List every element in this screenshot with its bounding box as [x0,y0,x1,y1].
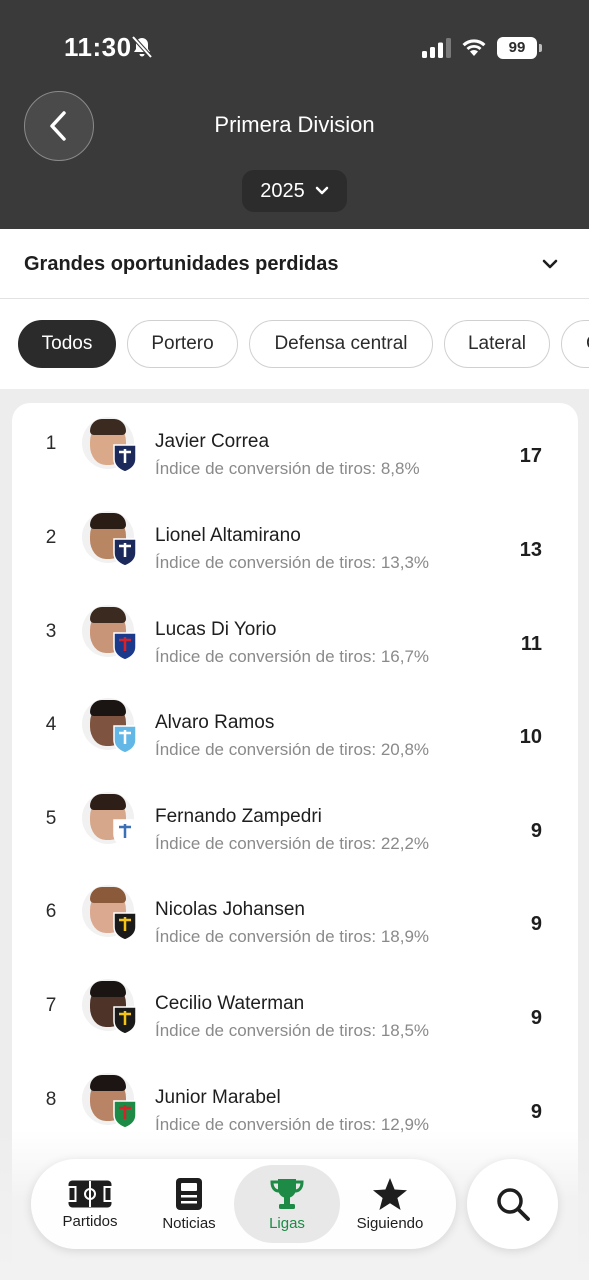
player-rank: 5 [45,808,57,829]
trophy-icon [270,1178,304,1209]
club-badge-icon [113,725,137,754]
page-title: Primera Division [214,112,375,137]
search-icon [496,1188,530,1221]
player-row[interactable]: 3 Lucas Di Yorio Índice de conversión de t… [12,591,578,685]
player-row[interactable]: 4 Alvaro Ramos Índice de conversión de tir… [12,684,578,778]
club-badge-icon [113,819,137,848]
signal-icon [422,38,451,58]
player-conversion-rate: Índice de conversión de tiros: 20,8% [155,740,430,759]
player-rank: 4 [45,714,57,735]
player-stat-value: 9 [530,913,542,935]
player-stat-value: 11 [520,633,542,655]
player-stat-value: 10 [519,726,542,748]
player-conversion-rate: Índice de conversión de tiros: 16,7% [155,647,430,666]
player-avatar [82,885,137,941]
player-avatar [82,417,137,473]
filter-chip-next[interactable]: C [561,320,589,368]
player-avatar [82,792,137,848]
player-conversion-rate: Índice de conversión de tiros: 18,9% [155,927,430,946]
player-stat-value: 9 [530,1007,542,1029]
player-row[interactable]: 1 Javier Correa Índice de conversión de ti… [12,403,578,497]
status-bar: 11:30 99 [0,0,589,90]
player-rank: 1 [45,433,57,454]
nav-noticias[interactable]: Noticias [139,1159,239,1249]
wifi-icon [462,39,486,56]
bottom-nav: Partidos Noticias Ligas Siguiendo [31,1159,456,1249]
player-name: Lucas Di Yorio [155,619,277,640]
player-conversion-rate: Índice de conversión de tiros: 8,8% [155,459,420,478]
player-stat-value: 9 [530,820,542,842]
status-time: 11:30 [64,32,132,62]
club-badge-icon [113,538,137,567]
player-conversion-rate: Índice de conversión de tiros: 13,3% [155,553,430,572]
filter-chip-defensa-central[interactable]: Defensa central [249,320,433,368]
chevron-down-icon [315,186,328,195]
search-button[interactable] [467,1159,558,1249]
player-rank: 8 [45,1089,57,1110]
player-row[interactable]: 2 Lionel Altamirano Índice de conversión d… [12,497,578,591]
position-filters: Todos Portero Defensa central Lateral C [0,299,589,389]
player-stat-value: 17 [519,445,542,467]
player-rank: 7 [45,995,57,1016]
nav-partidos[interactable]: Partidos [40,1159,140,1249]
bell-off-icon [131,35,153,59]
player-name: Nicolas Johansen [155,899,305,920]
header: 11:30 99 Primera Division 2025 [0,0,589,229]
battery-indicator: 99 [497,37,542,59]
club-badge-icon [113,1006,137,1035]
nav-label: Ligas [269,1214,305,1232]
nav-siguiendo[interactable]: Siguiendo [340,1159,440,1249]
player-name: Junior Marabel [155,1087,281,1108]
club-badge-icon [113,444,137,473]
player-row[interactable]: 6 Nicolas Johansen Índice de conversión de… [12,871,578,965]
player-name: Javier Correa [155,431,270,452]
club-badge-icon [113,912,137,941]
season-selector[interactable]: 2025 [242,170,347,212]
player-name: Cecilio Waterman [155,993,305,1014]
player-name: Fernando Zampedri [155,806,322,827]
filter-chip-todos[interactable]: Todos [18,320,116,368]
player-row[interactable]: 7 Cecilio Waterman Índice de conversión de… [12,965,578,1059]
nav-ligas[interactable]: Ligas [234,1165,340,1243]
player-name: Lionel Altamirano [155,525,301,546]
player-rank: 3 [45,621,57,642]
player-rank: 2 [45,527,57,548]
filter-chip-lateral[interactable]: Lateral [444,320,550,368]
player-avatar [82,1073,137,1129]
player-avatar [82,698,137,754]
player-stat-value: 13 [519,539,542,561]
player-avatar [82,511,137,567]
player-name: Alvaro Ramos [155,712,275,733]
player-avatar [82,979,137,1035]
filter-chip-portero[interactable]: Portero [127,320,238,368]
star-icon [373,1177,407,1210]
chevron-down-icon[interactable] [542,258,558,270]
club-badge-icon [113,1100,137,1129]
player-conversion-rate: Índice de conversión de tiros: 22,2% [155,834,430,853]
stat-title: Grandes oportunidades perdidas [24,253,339,275]
player-stat-value: 9 [530,1101,542,1123]
news-icon [176,1177,202,1210]
player-rank: 6 [45,901,57,922]
pitch-icon [67,1180,113,1207]
stat-selector[interactable]: Grandes oportunidades perdidas [0,229,589,299]
nav-label: Partidos [62,1212,118,1230]
player-conversion-rate: Índice de conversión de tiros: 18,5% [155,1021,430,1040]
player-row[interactable]: 5 Fernando Zampedri Índice de conversión d… [12,778,578,872]
player-avatar [82,605,137,661]
nav-label: Noticias [162,1214,216,1232]
nav-label: Siguiendo [356,1214,424,1232]
club-badge-icon [113,632,137,661]
season-label: 2025 [260,179,305,202]
